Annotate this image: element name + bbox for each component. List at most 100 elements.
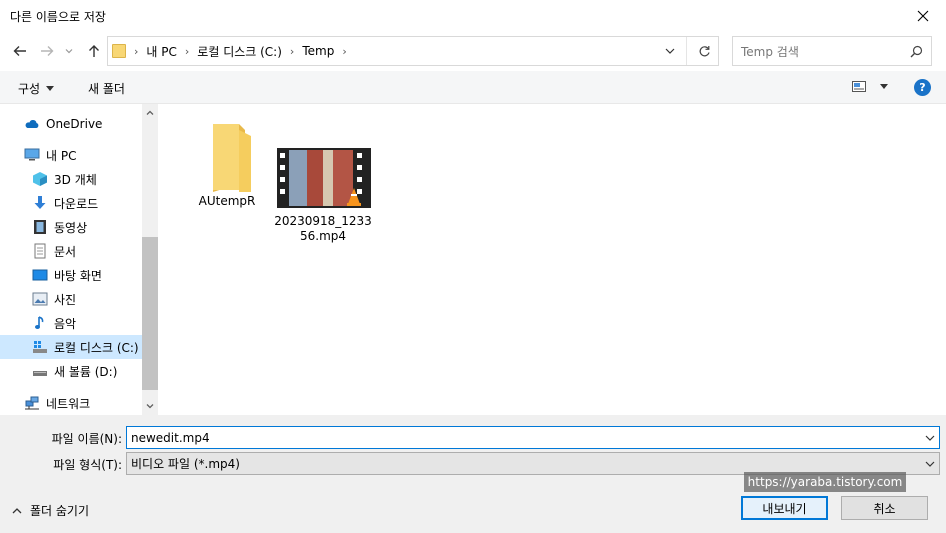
search-box[interactable]: Temp 검색	[732, 36, 932, 66]
chevron-down-icon	[65, 49, 73, 54]
file-item-folder[interactable]: AUtempR	[177, 120, 277, 209]
sidebar-item-label: 로컬 디스크 (C:)	[54, 340, 139, 355]
sidebar-item-label: 새 볼륨 (D:)	[54, 364, 118, 379]
cloud-icon	[24, 116, 40, 132]
sidebar-item-downloads[interactable]: 다운로드	[0, 191, 142, 215]
chevron-up-icon	[146, 110, 154, 115]
document-icon	[32, 243, 48, 259]
filename-value: newedit.mp4	[131, 430, 210, 445]
sidebar-item-pictures[interactable]: 사진	[0, 287, 142, 311]
scroll-thumb[interactable]	[142, 237, 158, 390]
sidebar-item-label: 내 PC	[46, 148, 77, 163]
view-icon	[852, 81, 866, 92]
new-folder-button[interactable]: 새 폴더	[88, 80, 125, 97]
filename-label: 파일 이름(N):	[51, 432, 122, 446]
breadcrumb-separator: ›	[134, 44, 139, 58]
close-icon	[917, 10, 929, 21]
watermark: https://yaraba.tistory.com	[744, 472, 906, 492]
refresh-icon	[699, 45, 710, 56]
chevron-down-icon	[146, 404, 154, 409]
file-list: AUtempR 20230918_1233 56.mp4	[158, 104, 946, 415]
cube-icon	[32, 171, 48, 187]
video-thumbnail-icon	[277, 148, 371, 208]
sidebar-item-documents[interactable]: 문서	[0, 239, 142, 263]
desktop-icon	[32, 267, 48, 283]
sidebar-item-label: 다운로드	[54, 196, 99, 211]
sidebar-item-network[interactable]: 네트워크	[0, 391, 142, 415]
close-button[interactable]	[900, 0, 946, 31]
breadcrumb-this-pc[interactable]: 내 PC	[146, 43, 176, 60]
address-bar[interactable]: › 내 PC › 로컬 디스크 (C:) › Temp ›	[107, 36, 719, 66]
save-button[interactable]: 내보내기	[741, 496, 828, 520]
sidebar-item-label: 바탕 화면	[54, 268, 102, 283]
refresh-button[interactable]	[690, 37, 718, 65]
search-input[interactable]: Temp 검색	[741, 43, 910, 60]
video-icon	[32, 219, 48, 235]
scroll-up-button[interactable]	[142, 104, 158, 121]
sidebar-item-label: 음악	[54, 316, 77, 331]
address-dropdown-button[interactable]	[659, 37, 681, 65]
sidebar-item-this-pc[interactable]: 내 PC	[0, 143, 142, 167]
chevron-up-icon	[12, 507, 22, 513]
sidebar-item-new-volume-d[interactable]: 새 볼륨 (D:)	[0, 359, 142, 383]
back-button[interactable]	[9, 40, 31, 62]
cancel-button[interactable]: 취소	[841, 496, 928, 520]
help-icon: ?	[919, 81, 926, 94]
drive-icon	[32, 363, 48, 379]
filetype-value: 비디오 파일 (*.mp4)	[131, 457, 240, 471]
computer-icon	[24, 147, 40, 163]
view-options-button[interactable]	[852, 81, 888, 92]
folder-icon	[213, 124, 251, 192]
chevron-down-icon	[665, 48, 675, 54]
sidebar-item-music[interactable]: 음악	[0, 311, 142, 335]
breadcrumb-separator: ›	[289, 44, 295, 58]
folder-icon	[112, 44, 126, 58]
arrow-left-icon	[13, 46, 26, 56]
divider	[686, 37, 687, 65]
scroll-down-button[interactable]	[142, 398, 158, 415]
drive-icon	[32, 339, 48, 355]
filetype-label: 파일 형식(T):	[53, 458, 122, 472]
navigation-pane: OneDrive 내 PC 3D 개체 다운로드 동영상 문서 바탕 화면 사진…	[0, 104, 142, 415]
caret-down-icon	[880, 84, 888, 89]
file-name-line-2: 56.mp4	[299, 229, 347, 243]
sidebar-item-videos[interactable]: 동영상	[0, 215, 142, 239]
file-name: AUtempR	[198, 194, 256, 208]
help-button[interactable]: ?	[914, 79, 931, 96]
sidebar-item-label: 동영상	[54, 220, 88, 235]
sidebar-item-label: OneDrive	[46, 117, 103, 131]
sidebar-item-local-disk-c[interactable]: 로컬 디스크 (C:)	[0, 335, 142, 359]
arrow-right-icon	[41, 46, 54, 56]
sidebar-item-onedrive[interactable]: OneDrive	[0, 112, 142, 136]
file-name-line-1: 20230918_1233	[274, 214, 372, 228]
organize-label: 구성	[18, 82, 41, 96]
chevron-down-icon	[925, 461, 935, 467]
breadcrumb-temp[interactable]: Temp	[302, 44, 334, 58]
hide-folders-toggle[interactable]: 폴더 숨기기	[12, 502, 89, 519]
toolbar	[0, 71, 946, 104]
chevron-down-icon[interactable]	[925, 435, 935, 441]
window-title: 다른 이름으로 저장	[10, 10, 106, 24]
hide-folders-label: 폴더 숨기기	[30, 504, 90, 518]
breadcrumb-separator: ›	[184, 44, 190, 58]
sidebar-item-desktop[interactable]: 바탕 화면	[0, 263, 142, 287]
sidebar-item-label: 3D 개체	[54, 172, 97, 187]
sidebar-item-label: 사진	[54, 292, 77, 307]
file-item-video[interactable]: 20230918_1233 56.mp4	[273, 148, 373, 244]
filename-input[interactable]: newedit.mp4	[126, 426, 940, 449]
search-icon	[910, 45, 923, 57]
organize-button[interactable]: 구성	[18, 80, 55, 97]
file-name: 20230918_1233 56.mp4	[273, 214, 373, 244]
forward-button[interactable]	[36, 40, 58, 62]
sidebar-item-label: 문서	[54, 244, 77, 259]
recent-locations-button[interactable]	[62, 40, 76, 62]
breadcrumb-local-disk[interactable]: 로컬 디스크 (C:)	[197, 43, 282, 60]
arrow-up-icon	[89, 45, 99, 57]
sidebar-item-3d-objects[interactable]: 3D 개체	[0, 167, 142, 191]
music-icon	[32, 315, 48, 331]
title-bar: 다른 이름으로 저장	[0, 0, 946, 31]
up-button[interactable]	[83, 40, 105, 62]
network-icon	[24, 395, 40, 411]
caret-down-icon	[46, 86, 55, 91]
breadcrumb-separator: ›	[342, 44, 347, 58]
